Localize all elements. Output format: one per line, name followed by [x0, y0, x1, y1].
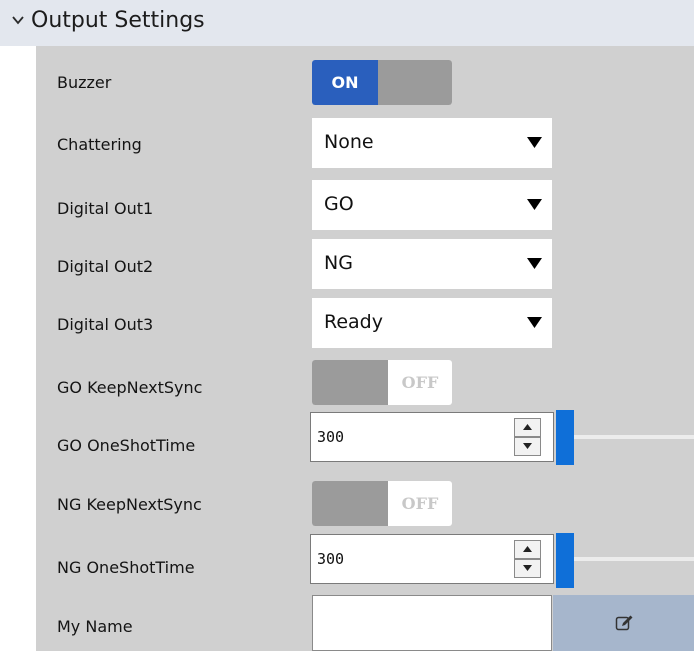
edit-name-button[interactable] — [553, 595, 694, 651]
go-keepnextsync-toggle[interactable]: OFF — [312, 360, 452, 405]
triangle-down-icon — [527, 317, 542, 328]
spin-up-button[interactable] — [514, 540, 541, 559]
triangle-up-icon — [523, 546, 532, 552]
spin-up-button[interactable] — [514, 418, 541, 437]
edit-icon — [615, 615, 633, 631]
section-header[interactable]: Output Settings — [0, 0, 694, 46]
triangle-up-icon — [523, 424, 532, 430]
toggle-handle — [312, 360, 388, 405]
digital-out3-value: Ready — [324, 311, 383, 333]
ng-oneshottime-spinner — [514, 540, 541, 578]
toggle-handle — [312, 481, 388, 526]
buzzer-toggle-state: ON — [312, 60, 378, 105]
digital-out2-select[interactable]: NG — [312, 239, 552, 289]
buzzer-label: Buzzer — [57, 73, 112, 92]
ng-keepnextsync-label: NG KeepNextSync — [57, 495, 202, 514]
go-oneshottime-label: GO OneShotTime — [57, 436, 196, 455]
go-oneshottime-value: 300 — [317, 428, 345, 446]
ng-oneshottime-label: NG OneShotTime — [57, 558, 195, 577]
digital-out3-select[interactable]: Ready — [312, 298, 552, 348]
digital-out1-label: Digital Out1 — [57, 199, 154, 218]
digital-out3-label: Digital Out3 — [57, 315, 154, 334]
triangle-down-icon — [527, 258, 542, 269]
digital-out1-select[interactable]: GO — [312, 180, 552, 230]
ng-oneshottime-value: 300 — [317, 550, 345, 568]
ng-keepnextsync-state: OFF — [401, 494, 439, 513]
digital-out1-value: GO — [324, 193, 354, 215]
toggle-handle — [378, 60, 452, 105]
spin-down-button[interactable] — [514, 437, 541, 456]
chevron-down-icon[interactable] — [10, 12, 26, 28]
go-oneshottime-spinner — [514, 418, 541, 456]
triangle-down-icon — [523, 443, 532, 449]
go-oneshottime-slider-handle[interactable] — [556, 410, 574, 465]
ng-oneshottime-slider-handle[interactable] — [556, 533, 574, 588]
chattering-label: Chattering — [57, 135, 142, 154]
digital-out2-label: Digital Out2 — [57, 257, 154, 276]
my-name-input[interactable] — [312, 595, 552, 651]
ng-keepnextsync-toggle[interactable]: OFF — [312, 481, 452, 526]
buzzer-toggle[interactable]: ON — [312, 60, 452, 105]
spin-down-button[interactable] — [514, 559, 541, 578]
triangle-down-icon — [527, 199, 542, 210]
go-oneshottime-input[interactable]: 300 — [310, 412, 554, 462]
my-name-label: My Name — [57, 617, 133, 636]
section-title: Output Settings — [31, 8, 205, 33]
go-oneshottime-slider-track[interactable] — [574, 435, 694, 439]
go-keepnextsync-state: OFF — [401, 373, 439, 392]
ng-oneshottime-input[interactable]: 300 — [310, 534, 554, 584]
triangle-down-icon — [527, 137, 542, 148]
chattering-select[interactable]: None — [312, 118, 552, 168]
go-keepnextsync-label: GO KeepNextSync — [57, 378, 203, 397]
digital-out2-value: NG — [324, 252, 353, 274]
chattering-value: None — [324, 131, 374, 153]
ng-oneshottime-slider-track[interactable] — [574, 557, 694, 561]
triangle-down-icon — [523, 565, 532, 571]
